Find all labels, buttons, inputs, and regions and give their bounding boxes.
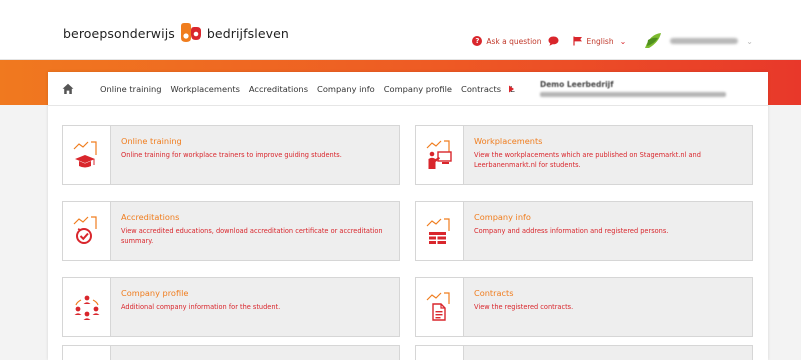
card-partial-right[interactable] xyxy=(415,345,753,360)
card-accreditations[interactable]: Accreditations View accredited education… xyxy=(62,201,400,261)
main-panel: Online training Workplacements Accredita… xyxy=(48,72,768,360)
card-description: Online training for workplace trainers t… xyxy=(121,151,342,159)
company-address-redacted xyxy=(540,92,726,97)
chevron-down-icon: ⌄ xyxy=(746,36,753,46)
chevron-down-icon: ⌄ xyxy=(619,36,627,46)
card-workplacements[interactable]: Workplacements View the workplacements w… xyxy=(415,125,753,185)
nav-items: Online training Workplacements Accredita… xyxy=(100,72,515,106)
card-contracts[interactable]: Contracts View the registered contracts. xyxy=(415,277,753,337)
card-title: Online training xyxy=(121,136,182,146)
card-icon-box xyxy=(416,278,464,336)
card-description: Company and address information and regi… xyxy=(474,227,669,235)
user-avatar-icon xyxy=(645,33,662,48)
company-name: Demo Leerbedrijf xyxy=(540,80,614,89)
nav-item-accreditations[interactable]: Accreditations xyxy=(249,84,308,94)
brand-logo[interactable]: beroepsonderwijs bedrijfsleven xyxy=(63,22,289,44)
flag-icon xyxy=(572,36,582,46)
brand-logo-icon xyxy=(180,23,201,42)
card-company-profile[interactable]: Company profile Additional company infor… xyxy=(62,277,400,337)
card-partial-left[interactable] xyxy=(62,345,400,360)
card-title: Company profile xyxy=(121,288,189,298)
card-description: View the registered contracts. xyxy=(474,303,574,311)
company-selector[interactable]: Demo Leerbedrijf xyxy=(540,80,726,97)
main-navigation: Online training Workplacements Accredita… xyxy=(48,72,768,106)
home-icon[interactable] xyxy=(62,83,74,95)
card-icon-box xyxy=(416,126,464,184)
card-title: Accreditations xyxy=(121,212,180,222)
nav-item-workplacements[interactable]: Workplacements xyxy=(171,84,240,94)
card-title: Contracts xyxy=(474,288,514,298)
card-online-training[interactable]: Online training Online training for work… xyxy=(62,125,400,185)
language-label: English xyxy=(586,36,614,46)
document-icon xyxy=(426,292,450,321)
nav-scroll-right-icon[interactable] xyxy=(506,84,516,94)
card-title: Company info xyxy=(474,212,531,222)
presentation-board-icon xyxy=(426,140,452,169)
nav-item-online-training[interactable]: Online training xyxy=(100,84,162,94)
card-title: Workplacements xyxy=(474,136,543,146)
language-selector[interactable]: English ⌄ xyxy=(572,36,627,46)
top-bar: beroepsonderwijs bedrijfsleven ? Ask a q… xyxy=(0,0,801,60)
card-icon-box xyxy=(63,126,111,184)
people-network-icon xyxy=(74,295,99,320)
nav-item-contracts[interactable]: Contracts xyxy=(461,84,501,94)
card-description: View the workplacements which are publis… xyxy=(474,151,701,169)
card-icon-box xyxy=(63,346,111,360)
brand-name-part2: bedrijfsleven xyxy=(206,25,289,41)
card-icon-box xyxy=(63,278,111,336)
nav-item-company-info[interactable]: Company info xyxy=(317,84,375,94)
card-icon-box xyxy=(63,202,111,260)
card-company-info[interactable]: Company info Company and address informa… xyxy=(415,201,753,261)
card-description: View accredited educations, download acc… xyxy=(121,227,383,245)
chat-icon[interactable] xyxy=(548,36,559,46)
ask-question-link[interactable]: ? Ask a question xyxy=(472,36,542,46)
brand-name-part1: beroepsonderwijs xyxy=(63,25,175,41)
header-actions: ? Ask a question English ⌄ ⌄ xyxy=(472,30,753,52)
question-icon: ? xyxy=(472,36,483,46)
ask-question-label: Ask a question xyxy=(486,36,542,46)
user-name-redacted xyxy=(670,38,739,44)
graduation-cap-icon xyxy=(73,141,97,168)
card-description: Additional company information for the s… xyxy=(121,303,281,311)
company-grid-icon xyxy=(426,218,450,244)
nav-item-company-profile[interactable]: Company profile xyxy=(384,84,452,94)
accreditation-check-icon xyxy=(73,216,97,244)
card-icon-box xyxy=(416,202,464,260)
user-menu[interactable]: ⌄ xyxy=(642,30,753,52)
card-icon-box xyxy=(416,346,464,360)
